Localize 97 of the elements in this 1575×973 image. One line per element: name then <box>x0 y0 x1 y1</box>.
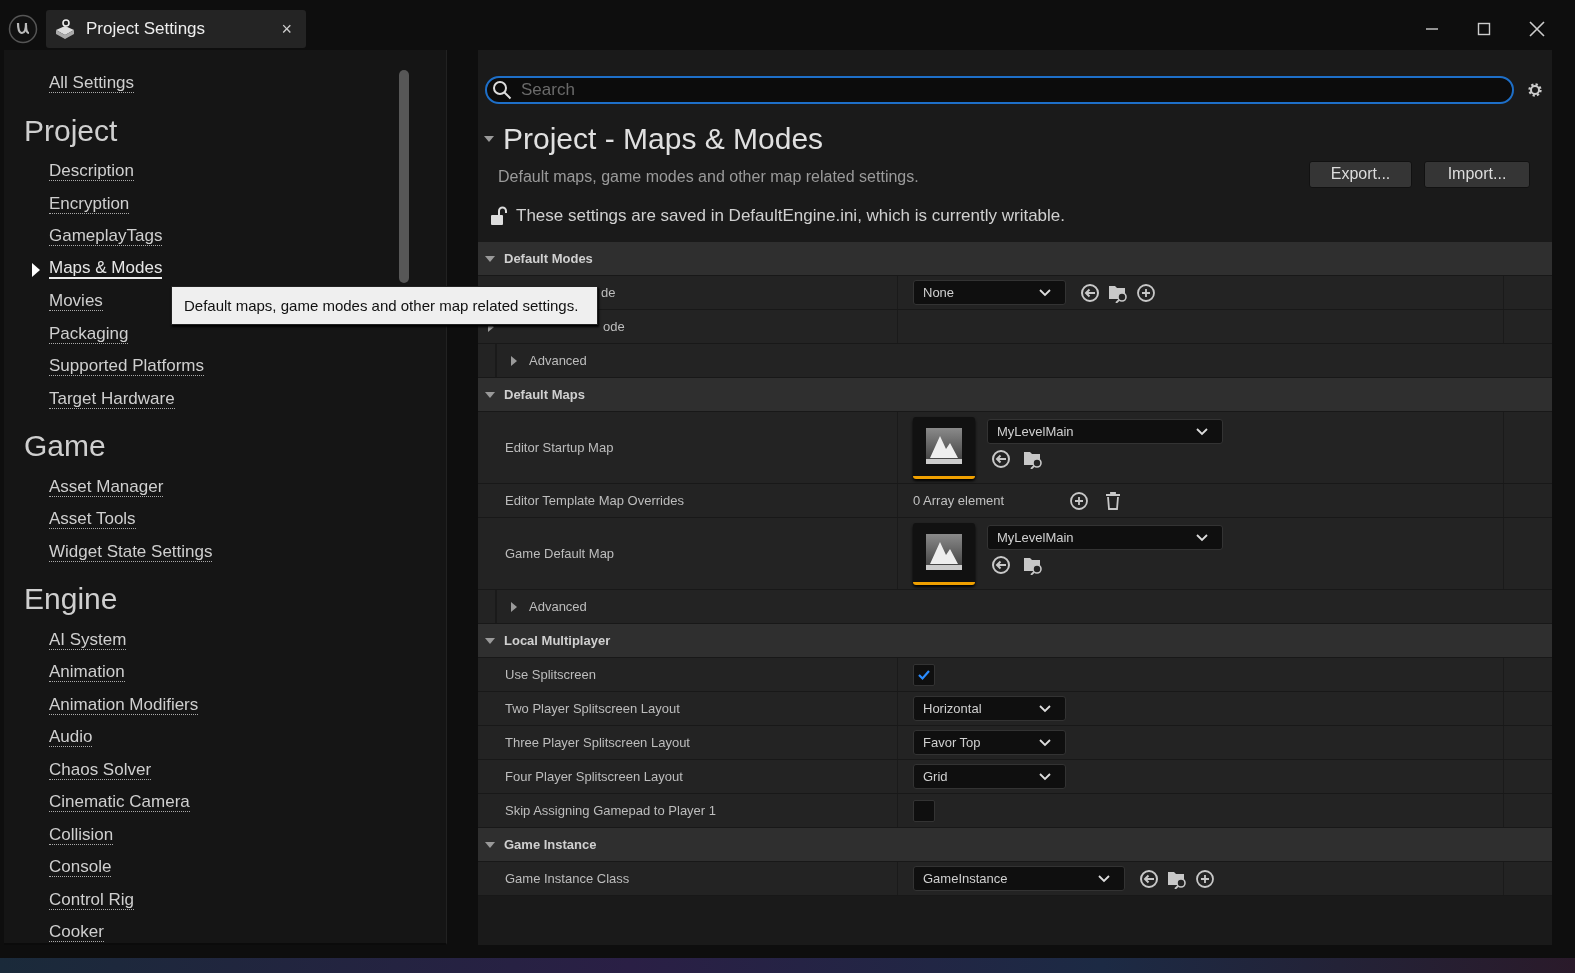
checkbox[interactable] <box>913 799 935 822</box>
property-label: Two Player Splitscreen Layout <box>505 701 680 716</box>
sidebar-link[interactable]: Asset Tools <box>49 509 136 530</box>
sidebar-link[interactable]: AI System <box>49 629 127 650</box>
trash-icon[interactable] <box>1103 490 1123 511</box>
sidebar-link[interactable]: Supported Platforms <box>49 356 204 377</box>
page-description: Default maps, game modes and other map related settings. <box>498 168 919 186</box>
config-notice: These settings are saved in DefaultEngine.ini, which is currently writable. <box>516 206 1065 226</box>
use-selected-icon[interactable] <box>991 555 1011 575</box>
property-label: de <box>601 285 616 300</box>
window-tab[interactable]: Project Settings × <box>46 10 306 48</box>
use-selected-icon[interactable] <box>1080 282 1100 303</box>
property-label: Game Default Map <box>505 546 615 561</box>
sidebar-heading: Game <box>24 428 107 464</box>
page-title: Project - Maps & Modes <box>503 122 824 156</box>
mountain-icon <box>924 532 964 572</box>
dropdown[interactable]: MyLevelMain <box>987 525 1223 550</box>
search-field[interactable]: Search <box>485 76 1514 104</box>
maximize-icon[interactable] <box>1477 22 1491 36</box>
sidebar-link[interactable]: GameplayTags <box>49 226 163 247</box>
settings-cube-icon <box>54 18 76 40</box>
sidebar-link[interactable]: Cinematic Camera <box>49 792 190 813</box>
property-label: Use Splitscreen <box>505 667 597 682</box>
tab-title: Project Settings <box>86 19 207 39</box>
category-title: Default Maps <box>504 387 585 402</box>
sidebar-link[interactable]: Target Hardware <box>49 388 175 409</box>
sidebar-link[interactable]: Encryption <box>49 193 130 214</box>
property-label: ode <box>603 319 625 334</box>
dropdown[interactable]: GameInstance <box>913 866 1125 891</box>
property-label: Advanced <box>529 599 587 614</box>
sidebar-link[interactable]: Packaging <box>49 323 129 344</box>
dropdown[interactable]: Grid <box>913 764 1066 789</box>
folder-search-icon[interactable] <box>1023 555 1043 575</box>
sidebar-link[interactable]: Animation <box>49 662 125 683</box>
checkbox[interactable] <box>913 663 935 686</box>
asset-thumbnail[interactable] <box>913 522 975 585</box>
mountain-icon <box>924 426 964 466</box>
folder-search-icon[interactable] <box>1023 449 1043 469</box>
category-title: Default Modes <box>504 251 593 266</box>
use-selected-icon[interactable] <box>1139 868 1159 889</box>
expand-arrow-icon[interactable] <box>509 355 519 366</box>
sidebar-heading: Project <box>24 112 119 149</box>
tooltip: Default maps, game modes and other map related settings. <box>171 286 598 325</box>
add-icon[interactable] <box>1069 490 1089 511</box>
dropdown[interactable]: MyLevelMain <box>987 419 1223 444</box>
category-header[interactable]: Default Modes <box>478 242 1552 276</box>
collapse-arrow-icon[interactable] <box>484 134 494 144</box>
property-label: Editor Startup Map <box>505 440 614 455</box>
use-selected-icon[interactable] <box>991 449 1011 469</box>
scrollbar-thumb[interactable] <box>399 70 409 283</box>
dropdown[interactable]: None <box>913 280 1066 305</box>
chevron-down-icon <box>1196 427 1208 436</box>
sidebar-link[interactable]: Audio <box>49 727 93 748</box>
category-header[interactable]: Game Instance <box>478 828 1552 862</box>
chevron-down-icon <box>1196 533 1208 542</box>
close-icon[interactable] <box>1529 21 1545 37</box>
page-button[interactable]: Import... <box>1424 160 1530 188</box>
asset-thumbnail[interactable] <box>913 416 975 479</box>
property-label: Advanced <box>529 353 587 368</box>
chevron-down-icon <box>1039 772 1051 781</box>
sidebar-link[interactable]: Collision <box>49 824 114 845</box>
property-label: Editor Template Map Overrides <box>505 493 684 508</box>
dropdown[interactable]: Favor Top <box>913 730 1066 755</box>
close-tab-button[interactable]: × <box>281 18 292 40</box>
engine-logo-icon <box>8 14 38 44</box>
add-icon[interactable] <box>1195 868 1215 889</box>
category-header[interactable]: Local Multiplayer <box>478 624 1552 658</box>
sidebar-link[interactable]: Chaos Solver <box>49 759 152 780</box>
sidebar-link[interactable]: Widget State Settings <box>49 541 213 562</box>
sidebar-link[interactable]: Description <box>49 161 135 182</box>
property-label: Four Player Splitscreen Layout <box>505 769 683 784</box>
property-label: Game Instance Class <box>505 871 630 886</box>
sidebar-link[interactable]: Movies <box>49 291 103 312</box>
expand-arrow-icon[interactable] <box>509 601 519 612</box>
settings-icon[interactable] <box>1525 80 1545 100</box>
chevron-down-icon <box>1098 874 1110 883</box>
category-title: Local Multiplayer <box>504 633 611 648</box>
category-title: Game Instance <box>504 837 597 852</box>
property-label: Three Player Splitscreen Layout <box>505 735 690 750</box>
chevron-down-icon <box>1039 704 1051 713</box>
sidebar-link[interactable]: Animation Modifiers <box>49 694 199 715</box>
chevron-down-icon <box>1039 288 1051 297</box>
chevron-down-icon <box>1039 738 1051 747</box>
sidebar-link[interactable]: Console <box>49 857 112 878</box>
sidebar-link[interactable]: All Settings <box>49 73 135 94</box>
add-icon[interactable] <box>1136 282 1156 303</box>
property-label: Skip Assigning Gamepad to Player 1 <box>505 803 716 818</box>
category-header[interactable]: Default Maps <box>478 378 1552 412</box>
sidebar-heading: Engine <box>24 581 119 617</box>
page-button[interactable]: Export... <box>1309 160 1412 188</box>
sidebar-link[interactable]: Maps & Modes <box>49 258 163 280</box>
sidebar-link[interactable]: Asset Manager <box>49 476 164 497</box>
sidebar-link[interactable]: Cooker <box>49 922 104 943</box>
sidebar-link[interactable]: Control Rig <box>49 889 135 910</box>
array-count: 0 Array element <box>913 493 1006 508</box>
unlocked-icon <box>490 206 508 226</box>
dropdown[interactable]: Horizontal <box>913 696 1066 721</box>
